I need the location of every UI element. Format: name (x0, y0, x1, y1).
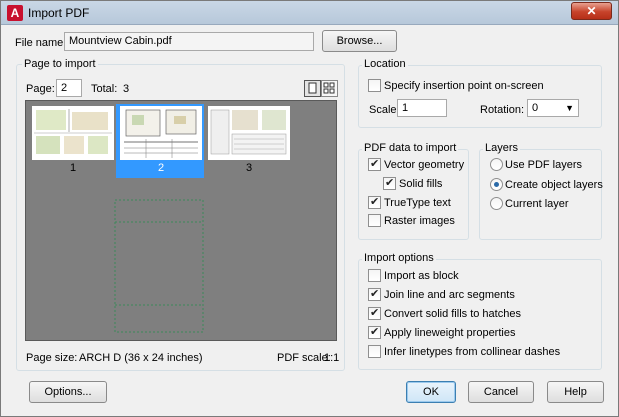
total-value: 3 (123, 83, 130, 95)
browse-button[interactable]: Browse... (322, 30, 397, 52)
thumbnail-page-2[interactable] (120, 106, 202, 160)
join-segments-checkbox[interactable] (368, 287, 381, 301)
single-page-view-button[interactable] (304, 80, 321, 97)
page-number-input[interactable]: 2 (56, 79, 82, 97)
raster-images-checkbox[interactable] (368, 214, 381, 227)
pdf-scale-label: PDF scale: (277, 352, 331, 364)
vector-geometry-checkbox[interactable] (368, 157, 381, 171)
layers-title: Layers (483, 142, 521, 154)
infer-linetypes-checkbox[interactable] (368, 345, 381, 358)
vector-geometry-label: Vector geometry (384, 159, 465, 171)
chevron-down-icon: ▼ (565, 103, 574, 113)
infer-linetypes-label: Infer linetypes from collinear dashes (384, 346, 561, 358)
create-object-layers-radio[interactable] (490, 178, 503, 191)
window-title: Import PDF (28, 6, 90, 20)
join-segments-label: Join line and arc segments (384, 289, 515, 301)
raster-images-label: Raster images (384, 215, 455, 227)
apply-lineweight-checkbox[interactable] (368, 325, 381, 339)
page-to-import-title: Page to import (22, 58, 98, 70)
thumbnail-grid-view-button[interactable] (321, 80, 338, 97)
specify-insertion-label: Specify insertion point on-screen (384, 80, 544, 92)
options-button[interactable]: Options... (29, 381, 107, 403)
current-layer-radio[interactable] (490, 197, 503, 210)
title-bar[interactable]: A Import PDF ✕ (1, 1, 618, 25)
specify-insertion-checkbox[interactable] (368, 79, 381, 92)
thumbnail-page-3[interactable] (208, 106, 290, 160)
solid-fills-label: Solid fills (399, 178, 443, 190)
import-options-title: Import options (362, 252, 436, 264)
import-as-block-label: Import as block (384, 270, 459, 282)
current-layer-label: Current layer (505, 198, 569, 210)
rotation-dropdown[interactable]: 0 ▼ (527, 99, 579, 117)
file-name-label: File name: (15, 37, 67, 49)
pdf-data-title: PDF data to import (362, 142, 459, 154)
page-outline-preview (114, 199, 204, 333)
truetype-text-checkbox[interactable] (368, 195, 381, 209)
autocad-icon: A (7, 5, 23, 21)
scale-label: Scale: (369, 104, 400, 116)
create-object-layers-label: Create object layers (505, 179, 603, 191)
scale-input[interactable]: 1 (397, 99, 447, 117)
rotation-label: Rotation: (480, 104, 525, 116)
page-3-preview-image (210, 109, 287, 155)
import-as-block-checkbox[interactable] (368, 269, 381, 282)
help-button[interactable]: Help (547, 381, 604, 403)
rotation-value: 0 (532, 102, 539, 114)
solid-fills-checkbox[interactable] (383, 176, 396, 190)
location-title: Location (362, 58, 408, 70)
thumbnail-page-1[interactable] (32, 106, 114, 160)
page-1-preview-image (34, 109, 112, 154)
ok-button[interactable]: OK (406, 381, 456, 403)
thumbnail-number-3: 3 (245, 162, 253, 174)
truetype-text-label: TrueType text (384, 197, 451, 209)
file-name-field[interactable]: Mountview Cabin.pdf (64, 32, 314, 51)
thumbnail-grid-view-icon (323, 82, 335, 94)
import-pdf-dialog: A Import PDF ✕ File name: Mountview Cabi… (0, 0, 619, 417)
apply-lineweight-label: Apply lineweight properties (384, 327, 516, 339)
total-label: Total: (91, 83, 118, 95)
close-button[interactable]: ✕ (571, 2, 612, 20)
use-pdf-layers-radio[interactable] (490, 158, 503, 171)
thumbnail-number-1: 1 (69, 162, 77, 174)
thumbnail-number-2: 2 (157, 162, 165, 174)
location-group (358, 65, 602, 128)
page-size-label: Page size: (26, 352, 78, 364)
page-label: Page: (26, 83, 55, 95)
pdf-scale-value: 1:1 (324, 352, 340, 364)
cancel-button[interactable]: Cancel (468, 381, 534, 403)
single-page-view-icon (308, 82, 317, 94)
convert-fills-label: Convert solid fills to hatches (384, 308, 521, 320)
page-2-preview-image (124, 109, 198, 158)
page-size-value: ARCH D (36 x 24 inches) (79, 352, 203, 364)
page-preview-area[interactable]: 1 2 3 (25, 100, 337, 341)
use-pdf-layers-label: Use PDF layers (505, 159, 583, 171)
convert-fills-checkbox[interactable] (368, 306, 381, 320)
